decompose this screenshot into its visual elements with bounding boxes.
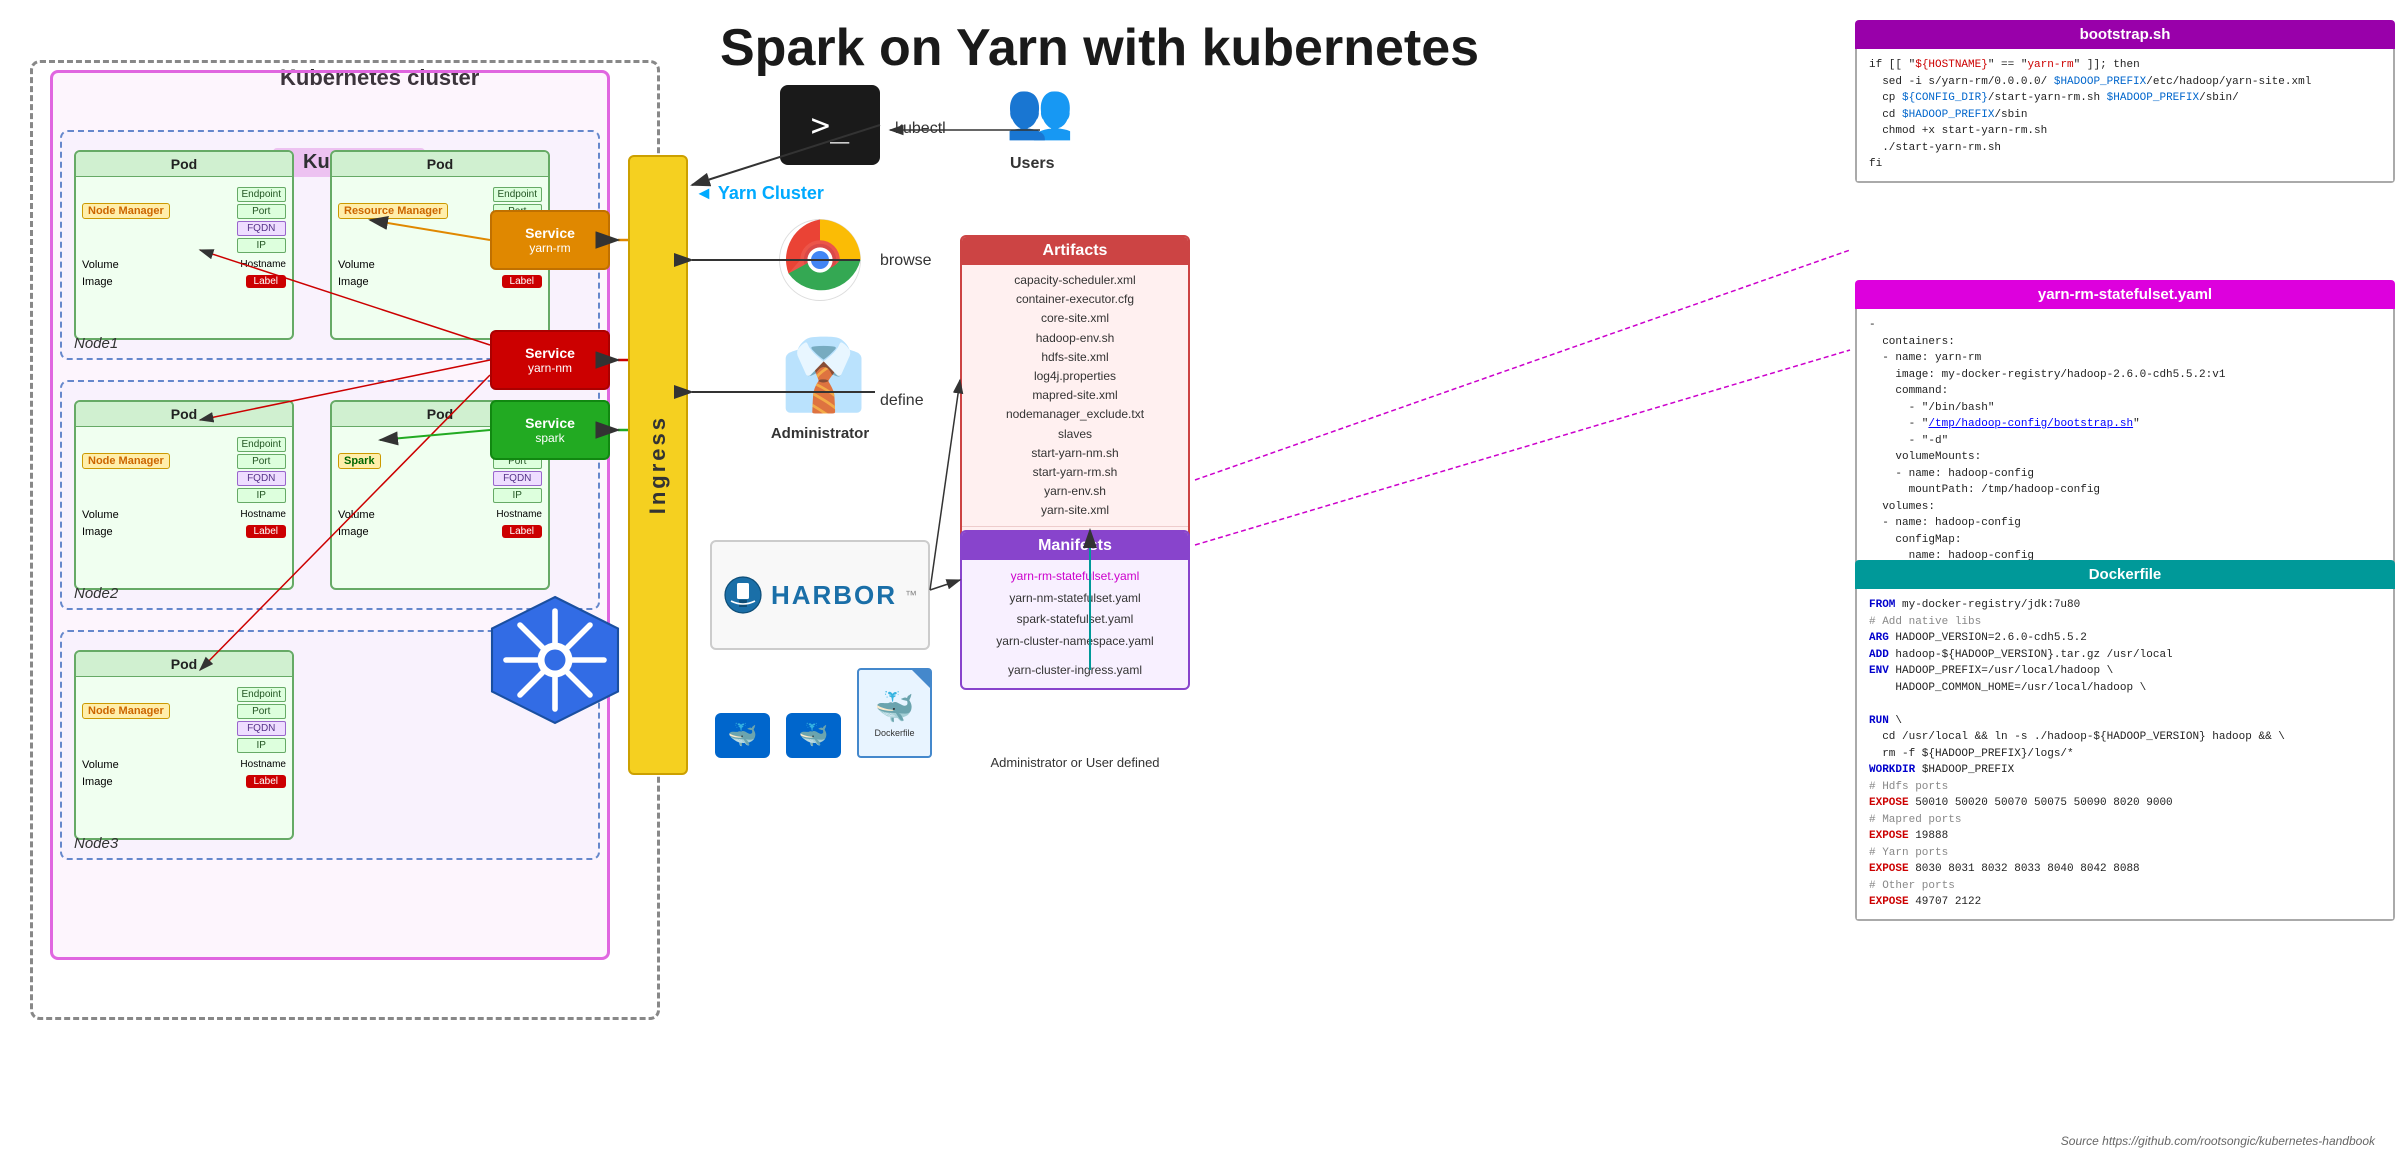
users-label: Users: [1010, 155, 1054, 173]
pod-image: Image: [82, 276, 113, 288]
manifest-item-3: spark-statefulset.yaml: [972, 609, 1178, 631]
docker-icons-row: 🐳 🐳 🐳 Dockerfile: [715, 668, 932, 758]
docker-icon-2: 🐳: [786, 713, 841, 758]
pod-tag-fqdn: FQDN: [237, 221, 286, 236]
harbor-text: HARBOR: [771, 580, 897, 611]
artifact-item: start-yarn-rm.sh: [972, 463, 1178, 482]
pod-tag-ip: IP: [237, 238, 286, 253]
define-label: define: [880, 392, 924, 410]
service-yarn-rm: Service yarn-rm: [490, 210, 610, 270]
service-name-yarn-nm: yarn-nm: [528, 361, 572, 375]
yarn-cluster-label: Yarn Cluster: [718, 183, 824, 204]
source-label: Source https://github.com/rootsongic/kub…: [2061, 1134, 2375, 1148]
yarn-cluster-annotation: ◄ Yarn Cluster: [695, 183, 824, 204]
node3-pod: Pod Node Manager Endpoint Port FQDN IP V…: [74, 650, 294, 840]
dockerfile-icon-label: Dockerfile: [874, 728, 914, 738]
yarn-cluster-arrow: ◄: [695, 183, 713, 204]
pod-hostname: Hostname: [240, 259, 286, 271]
service-name-yarn-rm: yarn-rm: [529, 241, 570, 255]
kubectl-label: kubectl: [895, 120, 946, 138]
yaml-rm-code: - containers: - name: yarn-rm image: my-…: [1855, 309, 2395, 591]
administrator-label: Administrator: [760, 425, 880, 442]
artifact-item: yarn-site.xml: [972, 501, 1178, 520]
manifest-item-4: yarn-cluster-namespace.yaml: [972, 631, 1178, 653]
artifact-item: hdfs-site.xml: [972, 348, 1178, 367]
bootstrap-panel-title: bootstrap.sh: [1855, 20, 2395, 49]
dockerfile-panel-title: Dockerfile: [1855, 560, 2395, 589]
chrome-icon: [775, 215, 865, 305]
bootstrap-code: if [[ "${HOSTNAME}" == "yarn-rm" ]]; the…: [1855, 49, 2395, 183]
yaml-rm-panel-title: yarn-rm-statefulset.yaml: [1855, 280, 2395, 309]
node1-right-pod-resource-manager: Resource Manager: [338, 203, 448, 219]
node1-pod-left: Pod Node Manager Endpoint Port FQDN IP V…: [74, 150, 294, 340]
manifests-content: yarn-rm-statefulset.yaml yarn-nm-statefu…: [962, 560, 1188, 688]
node1-pod-right-title: Pod: [332, 152, 548, 177]
manifest-item-5: yarn-cluster-ingress.yaml: [972, 660, 1178, 682]
artifact-item: container-executor.cfg: [972, 290, 1178, 309]
yaml-rm-panel: yarn-rm-statefulset.yaml - containers: -…: [1855, 280, 2395, 591]
dockerfile-code: FROM my-docker-registry/jdk:7u80 # Add n…: [1855, 589, 2395, 921]
page-title: Spark on Yarn with kubernetes: [720, 18, 1479, 78]
dockerfile-whale-icon: 🐳: [875, 688, 915, 726]
node3-label: Node3: [74, 835, 118, 852]
harbor-tm: ™: [905, 588, 917, 602]
pod-label-tag: Label: [246, 275, 286, 288]
pod-tag-port: Port: [237, 204, 286, 219]
node2-pod-left: Pod Node Manager Endpoint Port FQDN IP V…: [74, 400, 294, 590]
node1-pod-left-title: Pod: [76, 152, 292, 177]
terminal-prompt: >_: [811, 106, 850, 144]
users-icon: 👥: [1000, 75, 1080, 145]
artifact-item: core-site.xml: [972, 309, 1178, 328]
manifest-item-1: yarn-rm-statefulset.yaml: [972, 566, 1178, 588]
artifact-item: slaves: [972, 425, 1178, 444]
service-label-2: Service: [525, 345, 575, 361]
artifact-item: mapred-site.xml: [972, 386, 1178, 405]
artifacts-box: Artifacts capacity-scheduler.xml contain…: [960, 235, 1190, 552]
ingress-box: Ingress: [628, 155, 688, 775]
service-yarn-nm: Service yarn-nm: [490, 330, 610, 390]
artifact-item: start-yarn-nm.sh: [972, 444, 1178, 463]
docker-icon-1: 🐳: [715, 713, 770, 758]
dockerfile-icon-box: 🐳 Dockerfile: [857, 668, 932, 758]
node3-pod-node-manager: Node Manager: [82, 703, 170, 719]
node2-label: Node2: [74, 585, 118, 602]
bootstrap-panel: bootstrap.sh if [[ "${HOSTNAME}" == "yar…: [1855, 20, 2395, 183]
manifests-box: Manifests yarn-rm-statefulset.yaml yarn-…: [960, 530, 1190, 690]
pod-tag-endpoint: Endpoint: [237, 187, 286, 202]
service-label-1: Service: [525, 225, 575, 241]
admin-user-defined-label: Administrator or User defined: [960, 755, 1190, 770]
artifact-item: yarn-env.sh: [972, 482, 1178, 501]
artifacts-title: Artifacts: [962, 237, 1188, 265]
kubernetes-logo: [485, 590, 625, 730]
terminal-icon: >_: [780, 85, 880, 165]
service-name-spark: spark: [535, 431, 564, 445]
artifact-item: log4j.properties: [972, 367, 1178, 386]
administrator-icon: 👔: [780, 340, 867, 410]
node2-right-pod-spark: Spark: [338, 453, 381, 469]
node1-label: Node1: [74, 335, 118, 352]
artifact-item: hadoop-env.sh: [972, 329, 1178, 348]
artifact-item: nodemanager_exclude.txt: [972, 405, 1178, 424]
node1-left-pod-node-manager: Node Manager: [82, 203, 170, 219]
dockerfile-panel: Dockerfile FROM my-docker-registry/jdk:7…: [1855, 560, 2395, 921]
ingress-label: Ingress: [645, 415, 671, 514]
manifests-title: Manifests: [962, 532, 1188, 560]
service-spark: Service spark: [490, 400, 610, 460]
harbor-logo: HARBOR ™: [710, 540, 930, 650]
service-label-3: Service: [525, 415, 575, 431]
doc-corner: [912, 670, 930, 688]
browse-label: browse: [880, 252, 932, 270]
artifact-item: capacity-scheduler.xml: [972, 271, 1178, 290]
manifest-item-2: yarn-nm-statefulset.yaml: [972, 588, 1178, 610]
node2-left-pod-node-manager: Node Manager: [82, 453, 170, 469]
artifacts-content: capacity-scheduler.xml container-executo…: [962, 265, 1188, 526]
pod-volume: Volume: [82, 259, 119, 271]
